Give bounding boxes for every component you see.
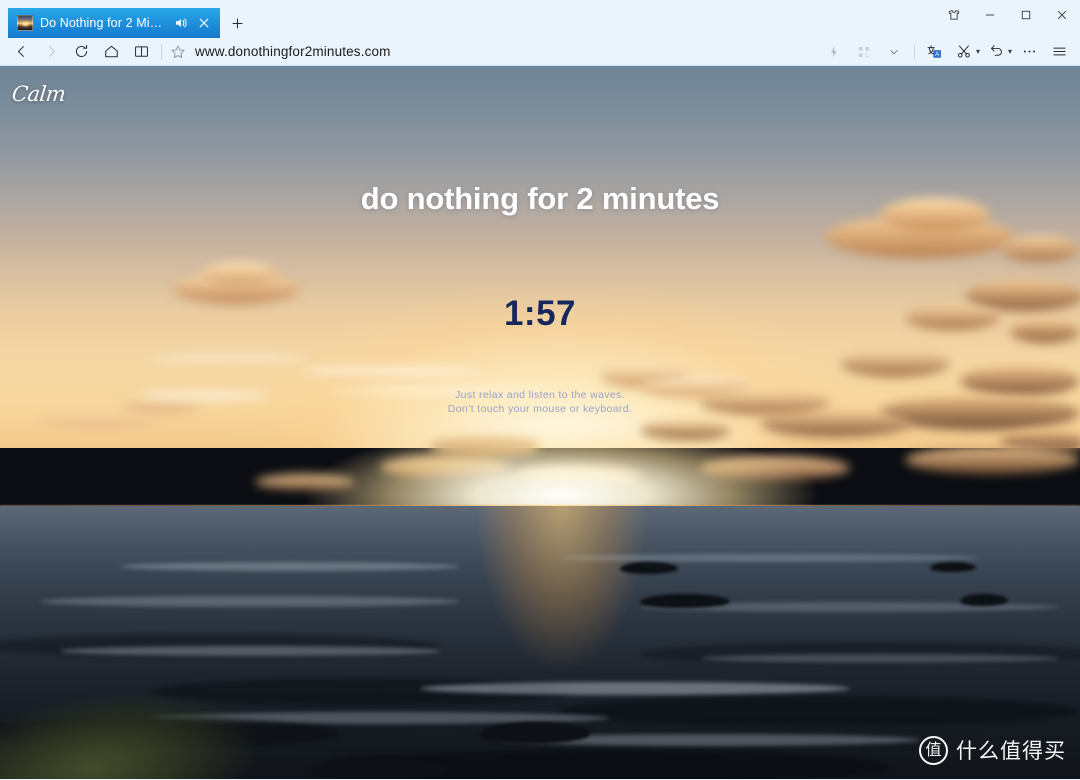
toolbar-divider-2 [913, 43, 915, 60]
title-bar: Do Nothing for 2 Minutes [0, 0, 1080, 38]
cloud [1000, 236, 1080, 262]
address-bar[interactable]: www.donothingfor2minutes.com [167, 40, 819, 64]
reading-view-button[interactable] [126, 40, 156, 64]
tab-close-icon[interactable] [196, 15, 212, 31]
rock [930, 562, 976, 572]
scissors-dropdown-caret[interactable]: ▾ [976, 47, 980, 56]
instructions-line-1: Just relax and listen to the waves. [455, 389, 625, 401]
chevron-down-icon[interactable] [879, 40, 909, 64]
tab-preview-button[interactable] [936, 0, 972, 30]
maximize-button[interactable] [1008, 0, 1044, 30]
sunset-favicon [17, 15, 33, 31]
rock [620, 562, 678, 574]
url-text[interactable]: www.donothingfor2minutes.com [195, 44, 391, 59]
favorite-star-icon[interactable] [169, 43, 187, 61]
close-window-button[interactable] [1044, 0, 1080, 30]
countdown-timer: 1:57 [503, 294, 577, 333]
cloud [150, 354, 310, 362]
calm-logo[interactable]: Calm [11, 82, 67, 106]
watermark-text: 什么值得买 [956, 739, 1066, 763]
rock [640, 594, 730, 608]
minimize-button[interactable] [972, 0, 1008, 30]
hamburger-menu-icon[interactable] [1044, 40, 1074, 64]
toolbar-right-group: A ▾ ▾ [819, 40, 1074, 64]
wave [560, 696, 1080, 726]
tab-strip: Do Nothing for 2 Minutes [0, 0, 254, 38]
rock [480, 722, 590, 744]
speaker-icon[interactable] [173, 15, 189, 31]
cloud [840, 351, 950, 377]
cloud [200, 262, 278, 286]
lightning-icon[interactable] [819, 40, 849, 64]
wave-foam [120, 562, 460, 571]
shore-vegetation [0, 597, 392, 779]
cloud [300, 366, 480, 376]
forward-button[interactable] [36, 40, 66, 64]
instructions-line-2: Don’t touch your mouse or keyboard. [447, 403, 633, 415]
more-options-icon[interactable] [1014, 40, 1044, 64]
web-page-content: Calm do nothing for 2 minutes 1:57 Just … [0, 66, 1080, 779]
browser-toolbar: www.donothingfor2minutes.com A ▾ ▾ [0, 38, 1080, 66]
home-button[interactable] [96, 40, 126, 64]
qr-code-icon[interactable] [849, 40, 879, 64]
browser-window: Do Nothing for 2 Minutes [0, 0, 1080, 780]
back-button[interactable] [6, 40, 36, 64]
instructions-text: Just relax and listen to the waves. Don’… [0, 388, 1080, 416]
translate-icon[interactable]: A [920, 40, 950, 64]
ocean [0, 506, 1080, 779]
wave-foam [40, 596, 460, 607]
undo-dropdown-caret[interactable]: ▾ [1008, 47, 1012, 56]
tab-do-nothing-for-2-minutes[interactable]: Do Nothing for 2 Minutes [8, 8, 220, 38]
rock [960, 594, 1008, 606]
watermark: 值 什么值得买 [919, 735, 1066, 765]
wave-foam [420, 682, 850, 695]
refresh-button[interactable] [66, 40, 96, 64]
page-title: do nothing for 2 minutes [360, 181, 720, 216]
window-controls [936, 0, 1080, 30]
watermark-badge-icon: 值 [919, 735, 948, 765]
wave-foam [560, 554, 980, 562]
tab-title: Do Nothing for 2 Minutes [40, 16, 166, 30]
wave-foam [700, 654, 1060, 663]
new-tab-button[interactable] [220, 8, 254, 38]
toolbar-divider [161, 43, 162, 60]
